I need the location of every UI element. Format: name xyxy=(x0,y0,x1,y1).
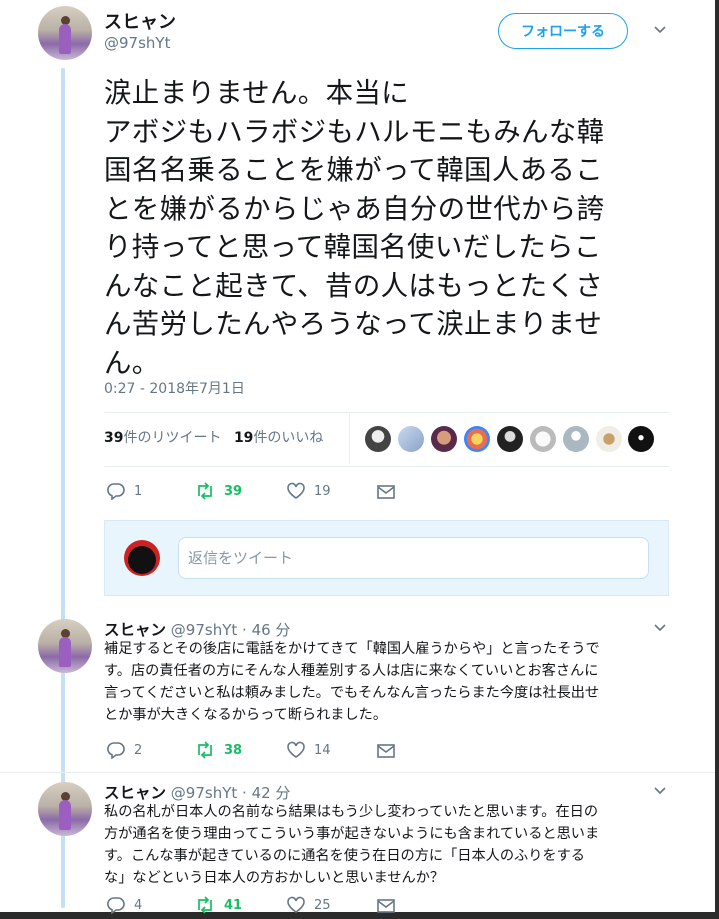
current-user-avatar[interactable] xyxy=(124,540,160,576)
reply-author-name[interactable]: スヒャン xyxy=(104,784,166,802)
reply-text-line: す。こんな事が起きているのに通名を使う在日の方に「日本人のふりをする xyxy=(104,848,585,864)
liker-avatar[interactable] xyxy=(628,426,654,452)
like-count: 19 xyxy=(314,483,331,499)
retweet-button[interactable]: 41 xyxy=(194,896,242,914)
reply-icon xyxy=(107,483,125,500)
reply-author-handle[interactable]: @97shYt xyxy=(171,784,237,802)
divider xyxy=(104,466,669,467)
liker-avatar[interactable] xyxy=(398,426,424,452)
reply-text-line: 私の名札が日本人の名前なら結果はもう少し変わっていたと思います。在日の xyxy=(104,804,599,820)
like-button[interactable]: 25 xyxy=(286,896,331,914)
tweet-text-line: ん苦労したんやろうなって涙止まりませ xyxy=(104,308,603,340)
like-count[interactable]: 19件のいいね xyxy=(234,430,323,446)
reply-text-line: とか事が大きくなるからって断られました。 xyxy=(104,707,388,723)
like-icon xyxy=(287,741,305,758)
reply-input[interactable]: 返信をツイート xyxy=(178,537,649,579)
reply-header: スヒャン @97shYt · 42 分 xyxy=(104,781,290,803)
reply-text: 補足するとその後店に電話をかけてきて「韓国人雇うからや」と言ったそうで す。店の… xyxy=(104,638,664,726)
liker-avatar[interactable] xyxy=(431,426,457,452)
chevron-down-icon[interactable] xyxy=(654,624,666,634)
tweet-text-line: 涙止まりません。本当に xyxy=(104,77,409,109)
follow-button[interactable]: フォローする xyxy=(498,13,628,49)
tweet-stats: 39件のリツイート 19件のいいね xyxy=(104,427,323,447)
chevron-down-icon[interactable] xyxy=(654,26,666,36)
avatar[interactable] xyxy=(38,619,92,673)
reply-count: 1 xyxy=(134,483,143,499)
reply-button[interactable]: 1 xyxy=(106,482,142,500)
like-button[interactable]: 14 xyxy=(286,741,331,759)
reply-icon xyxy=(107,742,125,759)
tweet-text-line: ん。 xyxy=(104,346,160,379)
author-name[interactable]: スヒャン xyxy=(104,8,176,34)
avatar[interactable] xyxy=(38,6,92,60)
tweet-text: 涙止まりません。本当に アボジもハラボジもハルモニもみんな韓 国名名乗ることを嫌… xyxy=(104,74,674,382)
reply-count: 4 xyxy=(134,897,143,913)
avatar[interactable] xyxy=(38,782,92,836)
reply-time[interactable]: · 42 分 xyxy=(242,784,290,802)
liker-avatar[interactable] xyxy=(365,426,391,452)
reply-author-name[interactable]: スヒャン xyxy=(104,621,166,639)
retweet-count: 39 xyxy=(224,483,243,499)
retweet-count[interactable]: 39件のリツイート xyxy=(104,430,221,446)
author-handle[interactable]: @97shYt xyxy=(104,34,170,52)
liker-avatar[interactable] xyxy=(563,426,589,452)
tweet-text-line: アボジもハラボジもハルモニもみんな韓 xyxy=(104,115,605,148)
screen-edge xyxy=(715,0,719,919)
tweet-text-line: 国名名乗ることを嫌がって韓国人あるこ xyxy=(104,154,604,186)
divider xyxy=(349,414,350,464)
liker-avatar[interactable] xyxy=(497,426,523,452)
like-button[interactable]: 19 xyxy=(286,482,331,500)
tweet-text-line: とを嫌がるからじゃあ自分の世代から誇 xyxy=(104,192,605,225)
tweet-text-line: り持ってと思って韓国名使いだしたらこ xyxy=(104,231,602,263)
direct-message-button[interactable] xyxy=(376,743,396,759)
direct-message-button[interactable] xyxy=(376,484,396,500)
chevron-down-icon[interactable] xyxy=(654,787,666,797)
direct-message-button[interactable] xyxy=(376,898,396,914)
retweet-count: 41 xyxy=(224,897,243,913)
reply-text-line: 方が通名を使う理由ってこういう事が起きないようにも含まれていると思いま xyxy=(104,826,600,842)
mail-icon xyxy=(377,744,395,758)
mail-icon xyxy=(377,899,395,913)
liker-avatar[interactable] xyxy=(530,426,556,452)
reply-text-line: 言ってくださいと私は頼みました。でもそんなん言ったらまた今度は社長出せ xyxy=(104,685,600,701)
retweet-button[interactable]: 38 xyxy=(194,741,242,759)
retweet-count: 38 xyxy=(224,742,243,758)
reply-count: 2 xyxy=(134,742,143,758)
reply-icon xyxy=(107,897,125,914)
divider xyxy=(0,772,715,773)
reply-header: スヒャン @97shYt · 46 分 xyxy=(104,618,290,640)
reply-text-line: す。店の責任者の方にそんな人種差別する人は店に来なくていいとお客さんに xyxy=(104,663,599,679)
retweet-button[interactable]: 39 xyxy=(194,482,242,500)
retweet-icon xyxy=(198,896,212,914)
reply-button[interactable]: 4 xyxy=(106,896,142,914)
retweet-icon xyxy=(198,741,212,759)
reply-text-line: な」などという日本人の方おかしいと思いませんか？ xyxy=(104,870,445,886)
like-count: 14 xyxy=(314,742,331,758)
like-icon xyxy=(287,482,305,499)
tweet-text-line: んなこと起きて、昔の人はもっとたくさ xyxy=(104,269,604,302)
reply-time[interactable]: · 46 分 xyxy=(242,621,290,639)
like-icon xyxy=(287,896,305,913)
reply-text: 私の名札が日本人の名前なら結果はもう少し変わっていたと思います。在日の 方が通名… xyxy=(104,801,664,889)
divider xyxy=(104,412,669,413)
liker-avatar[interactable] xyxy=(596,426,622,452)
like-count: 25 xyxy=(314,897,331,913)
retweet-icon xyxy=(198,482,212,500)
reply-author-handle[interactable]: @97shYt xyxy=(171,621,237,639)
tweet-timestamp[interactable]: 0:27 - 2018年7月1日 xyxy=(104,378,245,398)
liker-avatar[interactable] xyxy=(464,426,490,452)
reply-button[interactable]: 2 xyxy=(106,741,142,759)
mail-icon xyxy=(377,485,395,499)
reply-text-line: 補足するとその後店に電話をかけてきて「韓国人雇うからや」と言ったそうで xyxy=(104,641,600,657)
